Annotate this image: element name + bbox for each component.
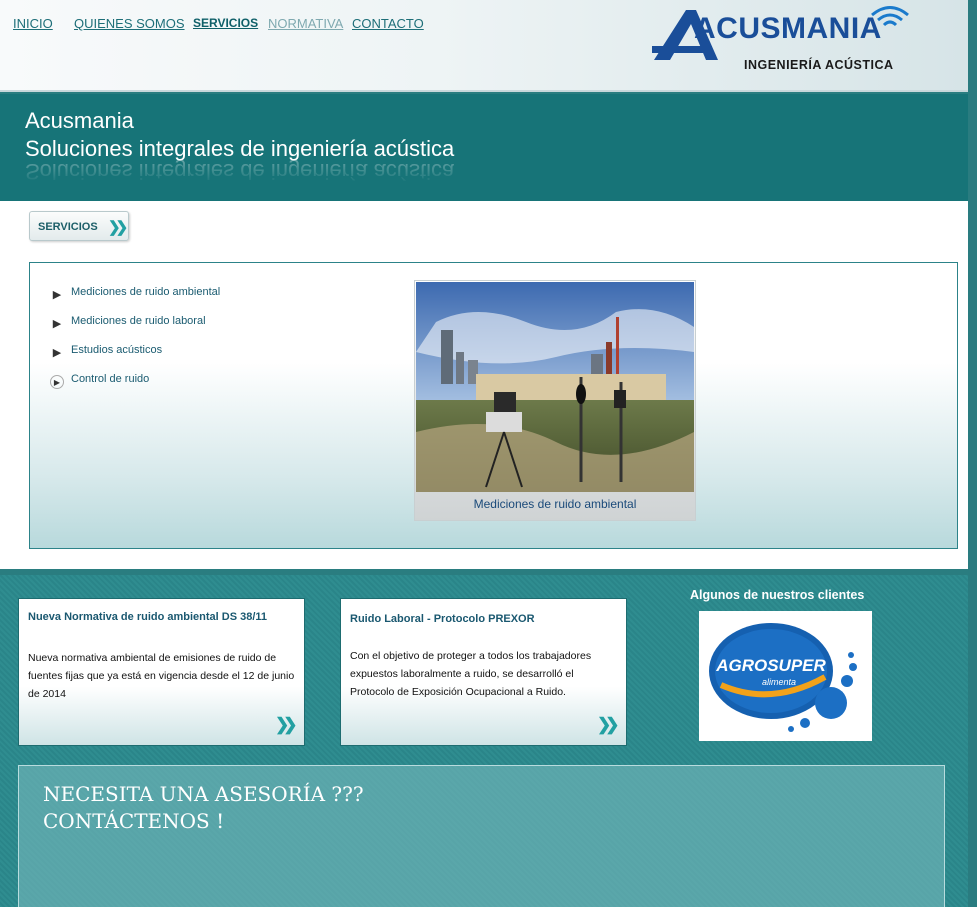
news-title[interactable]: Nueva Normativa de ruido ambiental DS 38… [28, 611, 267, 623]
service-label: Mediciones de ruido ambiental [71, 286, 221, 298]
feature-caption: Mediciones de ruido ambiental [473, 497, 637, 511]
read-more-chevron-icon[interactable]: ❯❯ [275, 715, 297, 735]
play-circle-icon: ▶ [50, 375, 64, 389]
read-more-chevron-icon[interactable]: ❯❯ [597, 715, 619, 735]
news-body: Con el objetivo de proteger a todos los … [350, 650, 592, 698]
client-logo-agrosuper[interactable]: AGROSUPER alimenta [699, 611, 872, 741]
cta-heading: NECESITA UNA ASESORÍA ??? [43, 782, 364, 806]
clients-title: Algunos de nuestros clientes [690, 588, 865, 602]
logo-name: ACUSMANIA [694, 12, 882, 45]
nav-link-quienes-somos[interactable]: QUIENES SOMOS [74, 16, 185, 31]
site-header: INICIO QUIENES SOMOS SERVICIOS NORMATIVA… [0, 0, 968, 92]
news-title[interactable]: Ruido Laboral - Protocolo PREXOR [350, 613, 535, 625]
logo-tagline: INGENIERÍA ACÚSTICA [744, 58, 894, 72]
banner-subtitle-reflection: Soluciones integrales de ingeniería acús… [25, 159, 455, 184]
nav-link-contacto[interactable]: CONTACTO [352, 16, 424, 31]
services-tab[interactable]: SERVICIOS ❯❯ [29, 211, 129, 241]
client-logo-name: AGROSUPER [715, 656, 826, 675]
contact-cta-panel: NECESITA UNA ASESORÍA ??? CONTÁCTENOS ! [18, 765, 945, 907]
cta-subheading[interactable]: CONTÁCTENOS ! [43, 809, 224, 833]
nav-link-servicios[interactable]: SERVICIOS [193, 16, 258, 30]
service-label: Mediciones de ruido laboral [71, 315, 206, 327]
client-logo-tagline: alimenta [762, 677, 796, 687]
measurement-photo-illustration [416, 282, 694, 492]
nav-link-inicio[interactable]: INICIO [13, 16, 53, 31]
agrosuper-logo-image: AGROSUPER alimenta [709, 623, 857, 732]
banner-title: Acusmania [25, 108, 134, 133]
acusmania-logo[interactable]: ACUSMANIA INGENIERÍA ACÚSTICA [652, 4, 920, 76]
wifi-signal-icon [871, 6, 909, 27]
hero-banner: Acusmania Soluciones integrales de ingen… [0, 94, 968, 201]
service-label: Estudios acústicos [71, 344, 163, 356]
feature-photo [416, 282, 694, 492]
services-section: SERVICIOS ❯❯ ▶ Mediciones de ruido ambie… [0, 201, 968, 569]
feature-slide[interactable]: Mediciones de ruido ambiental [414, 280, 696, 521]
service-label: Control de ruido [71, 373, 150, 385]
services-tab-label: SERVICIOS [38, 221, 98, 233]
news-body: Nueva normativa ambiental de emisiones d… [28, 652, 295, 700]
nav-link-normativa[interactable]: NORMATIVA [268, 16, 343, 31]
news-card-normativa: Nueva Normativa de ruido ambiental DS 38… [18, 598, 305, 746]
lower-section: Nueva Normativa de ruido ambiental DS 38… [0, 575, 968, 907]
page-right-edge [968, 0, 977, 907]
play-arrow-icon: ▶ [52, 289, 62, 301]
services-panel: ▶ Mediciones de ruido ambiental ▶ Medici… [29, 262, 958, 549]
play-arrow-icon: ▶ [52, 347, 62, 359]
news-card-prexor: Ruido Laboral - Protocolo PREXOR Con el … [340, 598, 627, 746]
double-chevron-right-icon: ❯❯ [108, 219, 128, 236]
play-arrow-icon: ▶ [52, 318, 62, 330]
